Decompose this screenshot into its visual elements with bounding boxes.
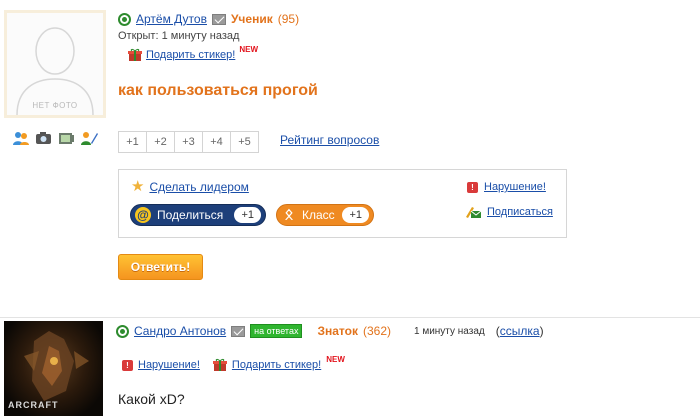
share-panel: ★ Сделать лидером ! Нарушение! Подписать… — [118, 169, 567, 238]
answer-author-avatar[interactable]: ARCRAFT — [4, 321, 103, 416]
mail-at-icon: @ — [135, 207, 151, 223]
answer-author-link[interactable]: Сандро Антонов — [134, 324, 226, 338]
blog-pen-icon[interactable] — [81, 130, 98, 146]
star-icon[interactable]: ★ — [131, 179, 144, 194]
make-leader-row: ★ Сделать лидером — [131, 179, 249, 194]
agent-icon[interactable] — [118, 12, 131, 26]
share-label: Поделиться — [157, 208, 224, 222]
vote-plus-5-button[interactable]: +5 — [230, 131, 259, 153]
new-badge: NEW — [326, 354, 345, 364]
friends-icon[interactable] — [12, 130, 29, 146]
vote-buttons: +1 +2 +3 +4 +5 — [118, 131, 259, 153]
game-logo-text: ARCRAFT — [8, 400, 59, 410]
gift-sticker-link[interactable]: Подарить стикер! — [146, 49, 235, 61]
alert-icon[interactable]: ! — [467, 181, 478, 193]
avatar-placeholder-icon — [16, 27, 94, 115]
vote-plus-2-button[interactable]: +2 — [146, 131, 175, 153]
answer-permalink: (ссылка) — [496, 324, 544, 338]
vote-plus-1-button[interactable]: +1 — [118, 131, 147, 153]
no-photo-label: НЕТ ФОТО — [32, 101, 78, 110]
answer-button[interactable]: Ответить! — [118, 254, 203, 280]
odnoklassniki-icon: ᛟ — [284, 206, 294, 223]
vote-plus-3-button[interactable]: +3 — [174, 131, 203, 153]
new-badge: NEW — [239, 44, 258, 54]
share-count: +1 — [234, 207, 261, 223]
answer-header: Сандро Антонов на ответах Знаток (362) 1… — [116, 324, 544, 338]
report-link[interactable]: Нарушение! — [484, 181, 546, 193]
divider — [0, 317, 700, 318]
answer-author-rank: Знаток — [317, 324, 358, 338]
subscribe-icon[interactable] — [465, 205, 482, 219]
question-opened-time: Открыт: 1 минуту назад — [118, 30, 240, 42]
make-leader-link[interactable]: Сделать лидером — [149, 180, 248, 194]
gift-icon[interactable] — [128, 48, 142, 62]
gift-sticker-row: Подарить стикер! NEW — [128, 44, 258, 62]
subscribe-row: Подписаться — [465, 205, 553, 219]
user-actions-icons — [12, 130, 98, 146]
author-rank-score: (95) — [277, 12, 300, 26]
question-author-avatar[interactable]: НЕТ ФОТО — [4, 10, 106, 118]
mail-icon[interactable] — [211, 13, 226, 25]
mail-icon[interactable] — [231, 325, 246, 337]
answer-text: Какой xD? — [118, 391, 185, 407]
share-button[interactable]: @ Поделиться +1 — [130, 204, 266, 226]
answer-report-link[interactable]: Нарушение! — [138, 359, 200, 371]
video-icon[interactable] — [58, 130, 75, 146]
answer-actions: ! Нарушение! Подарить стикер! NEW — [122, 354, 345, 372]
answer-gift-sticker-link[interactable]: Подарить стикер! — [232, 359, 321, 371]
photo-camera-icon[interactable] — [35, 130, 52, 146]
answer-link[interactable]: ссылка — [500, 324, 540, 338]
class-count: +1 — [342, 207, 369, 223]
author-rank: Ученик — [230, 12, 273, 26]
gift-icon[interactable] — [212, 358, 227, 372]
report-row: ! Нарушение! — [467, 181, 546, 193]
answer-author-rank-score: (362) — [362, 324, 391, 338]
subscribe-link[interactable]: Подписаться — [487, 206, 553, 218]
class-button[interactable]: ᛟ Класс +1 — [276, 204, 374, 226]
question-title: как пользоваться прогой — [118, 82, 318, 99]
questions-rating-link[interactable]: Рейтинг вопросов — [280, 133, 379, 147]
online-status-badge: на ответах — [250, 324, 303, 338]
vote-plus-4-button[interactable]: +4 — [202, 131, 231, 153]
paren-close: ) — [539, 324, 544, 338]
answer-time: 1 минуту назад — [413, 325, 485, 337]
alert-icon[interactable]: ! — [122, 359, 133, 371]
agent-icon[interactable] — [116, 324, 129, 338]
class-label: Класс — [302, 208, 335, 222]
question-header: Артём Дутов Ученик (95) — [118, 12, 299, 26]
question-author-link[interactable]: Артём Дутов — [136, 12, 207, 26]
